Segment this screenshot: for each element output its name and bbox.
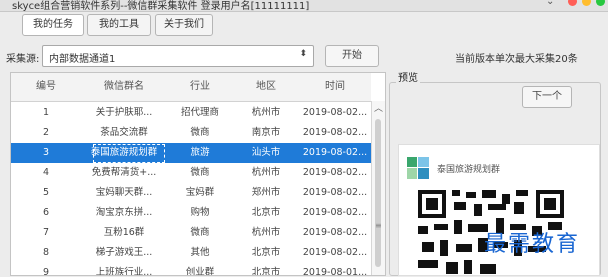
cell-industry: 创业群 xyxy=(185,267,215,276)
column-header-region[interactable]: 地区 xyxy=(233,73,299,101)
cell-id: 1 xyxy=(42,107,50,118)
next-button[interactable]: 下一个 xyxy=(522,86,572,108)
maximize-dot[interactable] xyxy=(596,0,605,6)
column-header-industry[interactable]: 行业 xyxy=(167,73,233,101)
cell-time: 2019-08-02... xyxy=(302,207,368,218)
cell-time: 2019-08-02... xyxy=(302,127,368,138)
cell-id: 2 xyxy=(42,127,50,138)
cell-region: 北京市 xyxy=(251,267,281,276)
start-button[interactable]: 开始 xyxy=(325,45,379,67)
cell-industry: 微商 xyxy=(190,227,210,238)
cell-id: 5 xyxy=(42,187,50,198)
column-header-time[interactable]: 时间 xyxy=(299,73,371,101)
cell-region: 南京市 xyxy=(251,127,281,138)
group-table: 编号 微信群名 行业 地区 时间 1 关于护肤耶... 招代理商 杭州市 201… xyxy=(10,72,386,276)
cell-group-name: 淘宝京东拼... xyxy=(95,207,153,218)
cell-group-name: 免费帮清货+... xyxy=(91,167,157,178)
close-dot[interactable] xyxy=(568,0,577,6)
cell-group-name: 关于护肤耶... xyxy=(95,107,153,118)
cell-industry: 其他 xyxy=(190,247,210,258)
cell-id: 6 xyxy=(42,207,50,218)
cell-group-name: 上班族行业... xyxy=(95,267,153,276)
cell-time: 2019-08-02... xyxy=(302,227,368,238)
card-title: 泰国旅游规划群 xyxy=(437,165,501,175)
table-scrollbar[interactable]: ︿ ≡ xyxy=(371,101,385,275)
window-titlebar: skyce组合营销软件系列--微信群采集软件 登录用户名[11111111] ⌄ xyxy=(0,0,608,12)
table-row[interactable]: 1 关于护肤耶... 招代理商 杭州市 2019-08-02... xyxy=(11,103,371,123)
cell-group-name: 泰国旅游规划群 xyxy=(90,147,158,158)
window-title: skyce组合营销软件系列--微信群采集软件 登录用户名[11111111] xyxy=(12,1,310,12)
card-header: 泰国旅游规划群 xyxy=(407,157,500,182)
cell-region: 北京市 xyxy=(251,207,281,218)
source-label: 采集源: xyxy=(6,54,40,65)
cell-time: 2019-08-02... xyxy=(302,187,368,198)
column-header-id[interactable]: 编号 xyxy=(11,73,81,101)
table-row[interactable]: 5 宝妈聊天群... 宝妈群 郑州市 2019-08-02... xyxy=(11,183,371,203)
cell-group-name: 梯子游戏王... xyxy=(95,247,153,258)
table-row-selected[interactable]: 3 泰国旅游规划群 旅游 汕头市 2019-08-02... xyxy=(11,143,371,163)
scroll-thumb[interactable] xyxy=(375,119,381,267)
cell-id: 7 xyxy=(42,227,50,238)
cell-industry: 招代理商 xyxy=(180,107,219,118)
cell-group-name: 宝妈聊天群... xyxy=(95,187,153,198)
cell-time: 2019-08-02... xyxy=(302,167,368,178)
cell-group-name: 茶品交流群 xyxy=(100,127,148,138)
cell-region: 北京市 xyxy=(251,247,281,258)
table-row[interactable]: 8 梯子游戏王... 其他 北京市 2019-08-02... xyxy=(11,243,371,263)
cell-id: 3 xyxy=(42,147,50,158)
group-avatar-icon xyxy=(407,157,429,179)
watermark-text: 最需教育 xyxy=(484,232,581,257)
minimize-dot[interactable] xyxy=(582,0,591,6)
limit-note: 当前版本单次最大采集20条 xyxy=(455,54,578,65)
cell-group-name: 互粉16群 xyxy=(103,227,145,238)
preview-label: 预览 xyxy=(396,69,420,84)
table-row[interactable]: 6 淘宝京东拼... 购物 北京市 2019-08-02... xyxy=(11,203,371,223)
select-arrows-icon: ⬍ xyxy=(299,49,307,59)
cell-industry: 旅游 xyxy=(190,147,210,158)
minimize-icon[interactable]: ⌄ xyxy=(546,0,554,7)
table-row[interactable]: 2 茶品交流群 微商 南京市 2019-08-02... xyxy=(11,123,371,143)
tab-my-tasks[interactable]: 我的任务 xyxy=(22,14,84,36)
cell-region: 郑州市 xyxy=(251,187,281,198)
table-row[interactable]: 9 上班族行业... 创业群 北京市 2019-08-01... xyxy=(11,263,371,276)
cell-id: 4 xyxy=(42,167,50,178)
source-select[interactable]: 内部数据通道1 ⬍ xyxy=(42,45,314,67)
cell-id: 8 xyxy=(42,247,50,258)
cell-region: 杭州市 xyxy=(251,227,281,238)
cell-region: 杭州市 xyxy=(251,107,281,118)
table-row[interactable]: 4 免费帮清货+... 微商 杭州市 2019-08-02... xyxy=(11,163,371,183)
scroll-grip-icon: ≡ xyxy=(375,221,382,230)
cell-industry: 宝妈群 xyxy=(185,187,215,198)
cell-time: 2019-08-01... xyxy=(302,267,368,276)
cell-region: 汕头市 xyxy=(251,147,281,158)
source-select-value: 内部数据通道1 xyxy=(49,54,116,65)
cell-id: 9 xyxy=(42,267,50,276)
table-header: 编号 微信群名 行业 地区 时间 xyxy=(11,73,371,102)
cell-industry: 购物 xyxy=(190,207,210,218)
cell-time: 2019-08-02... xyxy=(302,147,368,158)
column-header-group-name[interactable]: 微信群名 xyxy=(81,73,167,101)
cell-industry: 微商 xyxy=(190,127,210,138)
tab-my-tools[interactable]: 我的工具 xyxy=(87,14,151,36)
cell-industry: 微商 xyxy=(190,167,210,178)
cell-region: 杭州市 xyxy=(251,167,281,178)
scroll-up-icon[interactable]: ︿ xyxy=(374,101,383,114)
cell-time: 2019-08-02... xyxy=(302,247,368,258)
table-row[interactable]: 7 互粉16群 微商 杭州市 2019-08-02... xyxy=(11,223,371,243)
cell-time: 2019-08-02... xyxy=(302,107,368,118)
tab-about-us[interactable]: 关于我们 xyxy=(155,14,213,36)
